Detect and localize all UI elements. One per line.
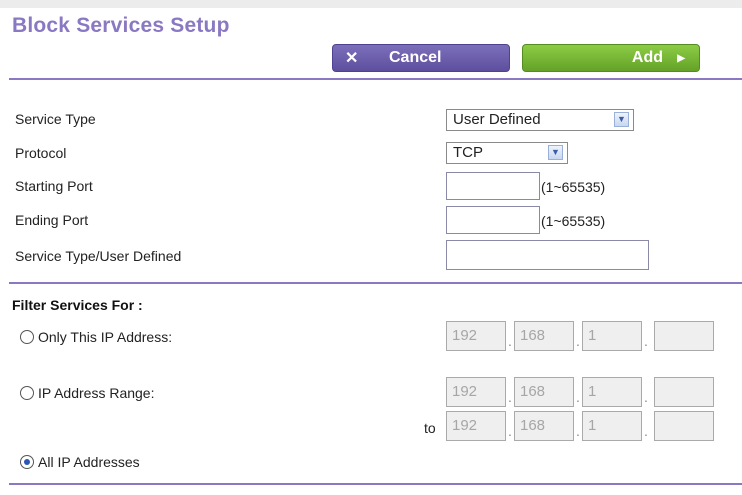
- range-end-octet-4[interactable]: [654, 411, 714, 441]
- protocol-select[interactable]: TCP ▼: [446, 142, 568, 164]
- range-end-octet-1[interactable]: 192: [446, 411, 506, 441]
- service-user-defined-label: Service Type/User Defined: [15, 248, 182, 264]
- all-ip-radio[interactable]: [20, 455, 34, 469]
- range-start-octet-1[interactable]: 192: [446, 377, 506, 407]
- top-border: [0, 0, 742, 8]
- only-ip-octet-2[interactable]: 168: [514, 321, 574, 351]
- ip-separator: .: [576, 333, 580, 349]
- footer-divider: [9, 483, 742, 485]
- service-type-value: User Defined: [453, 111, 541, 128]
- chevron-down-icon: ▼: [614, 112, 629, 127]
- ip-separator: .: [576, 389, 580, 405]
- range-start-octet-3[interactable]: 1: [582, 377, 642, 407]
- ip-separator: .: [576, 423, 580, 439]
- range-end-octet-3[interactable]: 1: [582, 411, 642, 441]
- protocol-value: TCP: [453, 144, 483, 161]
- service-user-defined-input[interactable]: [446, 240, 649, 270]
- range-to-label: to: [424, 420, 436, 436]
- filter-services-heading: Filter Services For :: [12, 297, 143, 313]
- ip-separator: .: [508, 389, 512, 405]
- page-title: Block Services Setup: [12, 14, 230, 37]
- add-button-label: Add: [631, 49, 663, 66]
- ending-port-range: (1~65535): [541, 213, 606, 229]
- ip-separator: .: [644, 333, 648, 349]
- ip-separator: .: [644, 389, 648, 405]
- range-end-octet-2[interactable]: 168: [514, 411, 574, 441]
- starting-port-range: (1~65535): [541, 179, 606, 195]
- ending-port-input[interactable]: [446, 206, 540, 234]
- starting-port-input[interactable]: [446, 172, 540, 200]
- ip-range-label: IP Address Range:: [38, 385, 155, 401]
- ip-range-radio[interactable]: [20, 386, 34, 400]
- service-type-label: Service Type: [15, 111, 96, 127]
- ip-separator: .: [508, 333, 512, 349]
- only-ip-radio[interactable]: [20, 330, 34, 344]
- protocol-label: Protocol: [15, 145, 67, 161]
- service-type-select[interactable]: User Defined ▼: [446, 109, 634, 131]
- arrow-right-icon: ▶: [677, 52, 685, 64]
- all-ip-label: All IP Addresses: [38, 454, 140, 470]
- close-icon: ✕: [345, 50, 359, 67]
- only-ip-octet-4[interactable]: [654, 321, 714, 351]
- ending-port-label: Ending Port: [15, 212, 89, 228]
- range-start-octet-2[interactable]: 168: [514, 377, 574, 407]
- only-ip-label: Only This IP Address:: [38, 329, 173, 345]
- header-divider: [9, 78, 742, 80]
- add-button[interactable]: Add ▶: [522, 44, 700, 72]
- cancel-button[interactable]: ✕ Cancel: [332, 44, 510, 72]
- chevron-down-icon: ▼: [548, 145, 563, 160]
- cancel-button-label: Cancel: [389, 49, 442, 66]
- only-ip-octet-1[interactable]: 192: [446, 321, 506, 351]
- only-ip-octet-3[interactable]: 1: [582, 321, 642, 351]
- range-start-octet-4[interactable]: [654, 377, 714, 407]
- section-divider: [9, 282, 742, 284]
- ip-separator: .: [644, 423, 648, 439]
- ip-separator: .: [508, 423, 512, 439]
- starting-port-label: Starting Port: [15, 178, 93, 194]
- radio-selected-dot: [24, 459, 30, 465]
